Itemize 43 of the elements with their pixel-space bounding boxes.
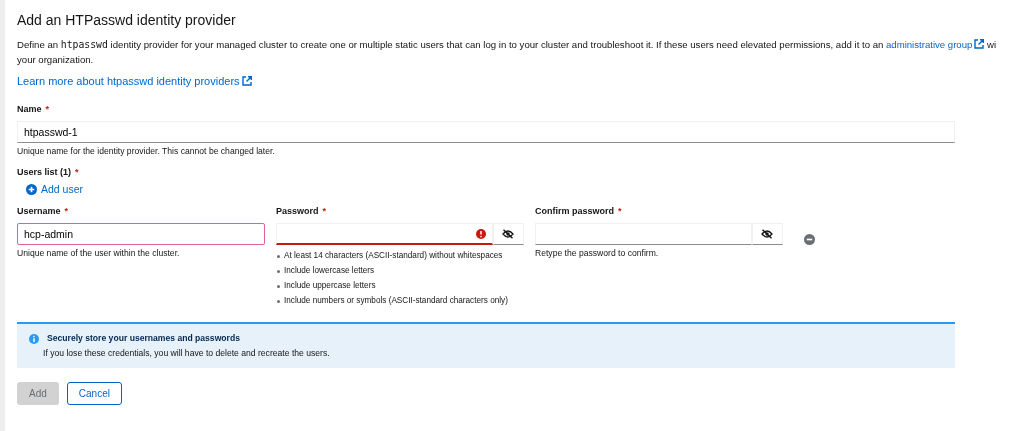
required-mark: * <box>75 166 79 179</box>
add-icon <box>26 184 37 195</box>
bullet-icon <box>277 270 280 274</box>
description-text: Define an htpasswd identity provider for your managed cluster to create one or multiple static users that can log in to your cluster and troubleshoot it. If these users need elevated permissions, add it to an administrative group wi your organization. <box>17 37 998 67</box>
password-input[interactable] <box>535 223 752 246</box>
password-rule: Include numbers or symbols (ASCII-standard characters only) <box>276 294 524 309</box>
toggle-visibility-button[interactable] <box>492 223 524 246</box>
bullet-icon <box>277 255 280 259</box>
add-user-button[interactable]: Add user <box>25 180 85 199</box>
hide-password-icon <box>502 229 515 240</box>
error-icon <box>475 228 486 239</box>
username-input[interactable]: hcp-admin <box>17 223 265 246</box>
helper-text: Unique name of the user within the cluster. <box>17 248 181 260</box>
required-mark: * <box>64 206 69 219</box>
info-icon <box>29 333 39 344</box>
external-link-icon <box>241 75 252 86</box>
required-mark: * <box>45 104 50 116</box>
page-title: Add an HTPasswd identity provider <box>17 12 237 29</box>
cancel-button[interactable]: Cancel <box>66 382 122 406</box>
field-label: Confirm password <box>535 206 614 219</box>
hide-password-icon <box>761 229 774 240</box>
alert-title: Securely store your usernames and passwords <box>47 333 240 345</box>
required-mark: * <box>322 206 327 219</box>
password-input[interactable] <box>276 223 493 246</box>
field-label: Name <box>17 104 42 116</box>
required-mark: * <box>618 206 622 219</box>
learn-more-link[interactable]: Learn more about htpasswd identity providers <box>17 73 252 89</box>
bullet-icon <box>277 285 280 289</box>
password-rule: At least 14 characters (ASCII-standard) without whitespaces <box>276 249 524 264</box>
field-label: Username <box>17 206 61 219</box>
external-link-icon <box>974 38 985 49</box>
toggle-visibility-button[interactable] <box>751 223 783 246</box>
helper-text: Unique name for the identity provider. This cannot be changed later. <box>17 145 276 157</box>
password-rule: Include lowercase letters <box>276 264 524 279</box>
helper-text: Retype the password to confirm. <box>535 248 660 260</box>
remove-icon <box>804 233 815 245</box>
field-label: Password <box>276 206 319 219</box>
bullet-icon <box>277 300 280 304</box>
field-label: Users list (1) <box>17 166 72 179</box>
alert-text: If you lose these credentials, you will have to delete and recreate the users. <box>43 348 331 360</box>
password-rule: Include uppercase letters <box>276 279 524 294</box>
administrative-group-link[interactable]: administrative group <box>885 38 985 50</box>
name-input[interactable]: htpasswd-1 <box>17 120 955 143</box>
